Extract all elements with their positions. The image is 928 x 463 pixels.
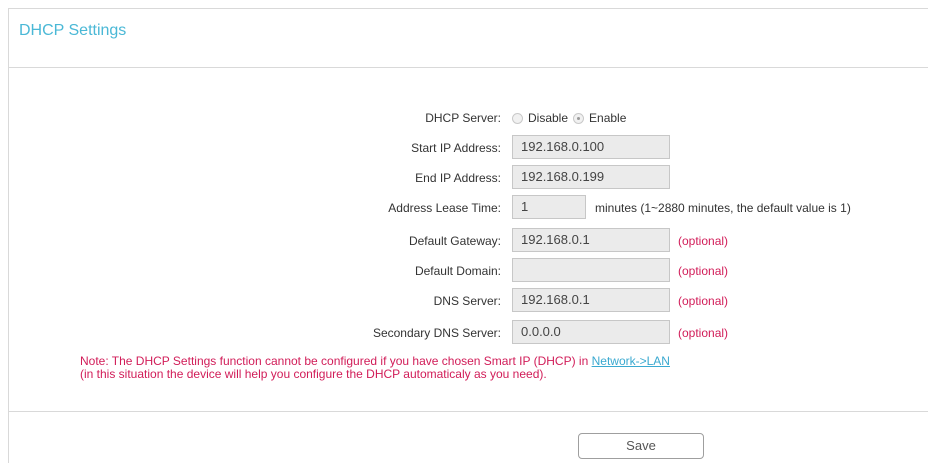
note-text-line2: (in this situation the device will help … [80,367,547,381]
secondary-dns-row: Secondary DNS Server: 0.0.0.0 (optional) [9,320,928,346]
footer-divider [9,411,928,412]
dns-server-input[interactable]: 192.168.0.1 [512,288,670,312]
default-domain-optional: (optional) [678,264,729,278]
start-ip-input[interactable]: 192.168.0.100 [512,135,670,159]
dhcp-enable-label[interactable]: Enable [589,111,626,125]
dhcp-server-radio-group: Disable Enable [512,111,631,125]
default-gateway-label: Default Gateway: [408,234,501,248]
dns-server-row: DNS Server: 192.168.0.1 (optional) [9,288,928,314]
dns-server-optional: (optional) [678,294,729,308]
lease-time-row: Address Lease Time: 1 minutes (1~2880 mi… [9,195,928,221]
start-ip-label: Start IP Address: [411,141,501,155]
dhcp-disable-radio[interactable] [512,112,523,124]
default-domain-row: Default Domain: (optional) [9,258,928,284]
default-gateway-input[interactable]: 192.168.0.1 [512,228,670,252]
dhcp-settings-panel: DHCP Settings DHCP Server: Disable Enabl… [8,8,928,463]
network-lan-link[interactable]: Network->LAN [592,354,670,368]
header-divider [9,67,928,68]
end-ip-label: End IP Address: [415,171,501,185]
dhcp-server-row: DHCP Server: Disable Enable [9,105,928,131]
end-ip-input[interactable]: 192.168.0.199 [512,165,670,189]
panel-title: DHCP Settings [19,22,127,39]
dhcp-enable-option[interactable]: Enable [573,111,626,125]
default-domain-input[interactable] [512,258,670,282]
default-gateway-row: Default Gateway: 192.168.0.1 (optional) [9,228,928,254]
secondary-dns-label: Secondary DNS Server: [372,326,501,340]
lease-time-hint: minutes (1~2880 minutes, the default val… [595,201,851,215]
save-button[interactable]: Save [578,433,704,459]
secondary-dns-input[interactable]: 0.0.0.0 [512,320,670,344]
dns-server-label: DNS Server: [433,294,501,308]
lease-time-label: Address Lease Time: [388,201,501,215]
lease-time-input[interactable]: 1 [512,195,586,219]
dhcp-disable-option[interactable]: Disable [512,111,568,125]
end-ip-row: End IP Address: 192.168.0.199 [9,165,928,191]
dhcp-note: Note: The DHCP Settings function cannot … [80,355,670,381]
default-domain-label: Default Domain: [414,264,501,278]
note-text-line1: Note: The DHCP Settings function cannot … [80,354,592,368]
start-ip-row: Start IP Address: 192.168.0.100 [9,135,928,161]
default-gateway-optional: (optional) [678,234,729,248]
dhcp-disable-label[interactable]: Disable [528,111,568,125]
dhcp-enable-radio[interactable] [573,112,585,124]
secondary-dns-optional: (optional) [678,326,729,340]
dhcp-server-label: DHCP Server: [425,111,501,125]
